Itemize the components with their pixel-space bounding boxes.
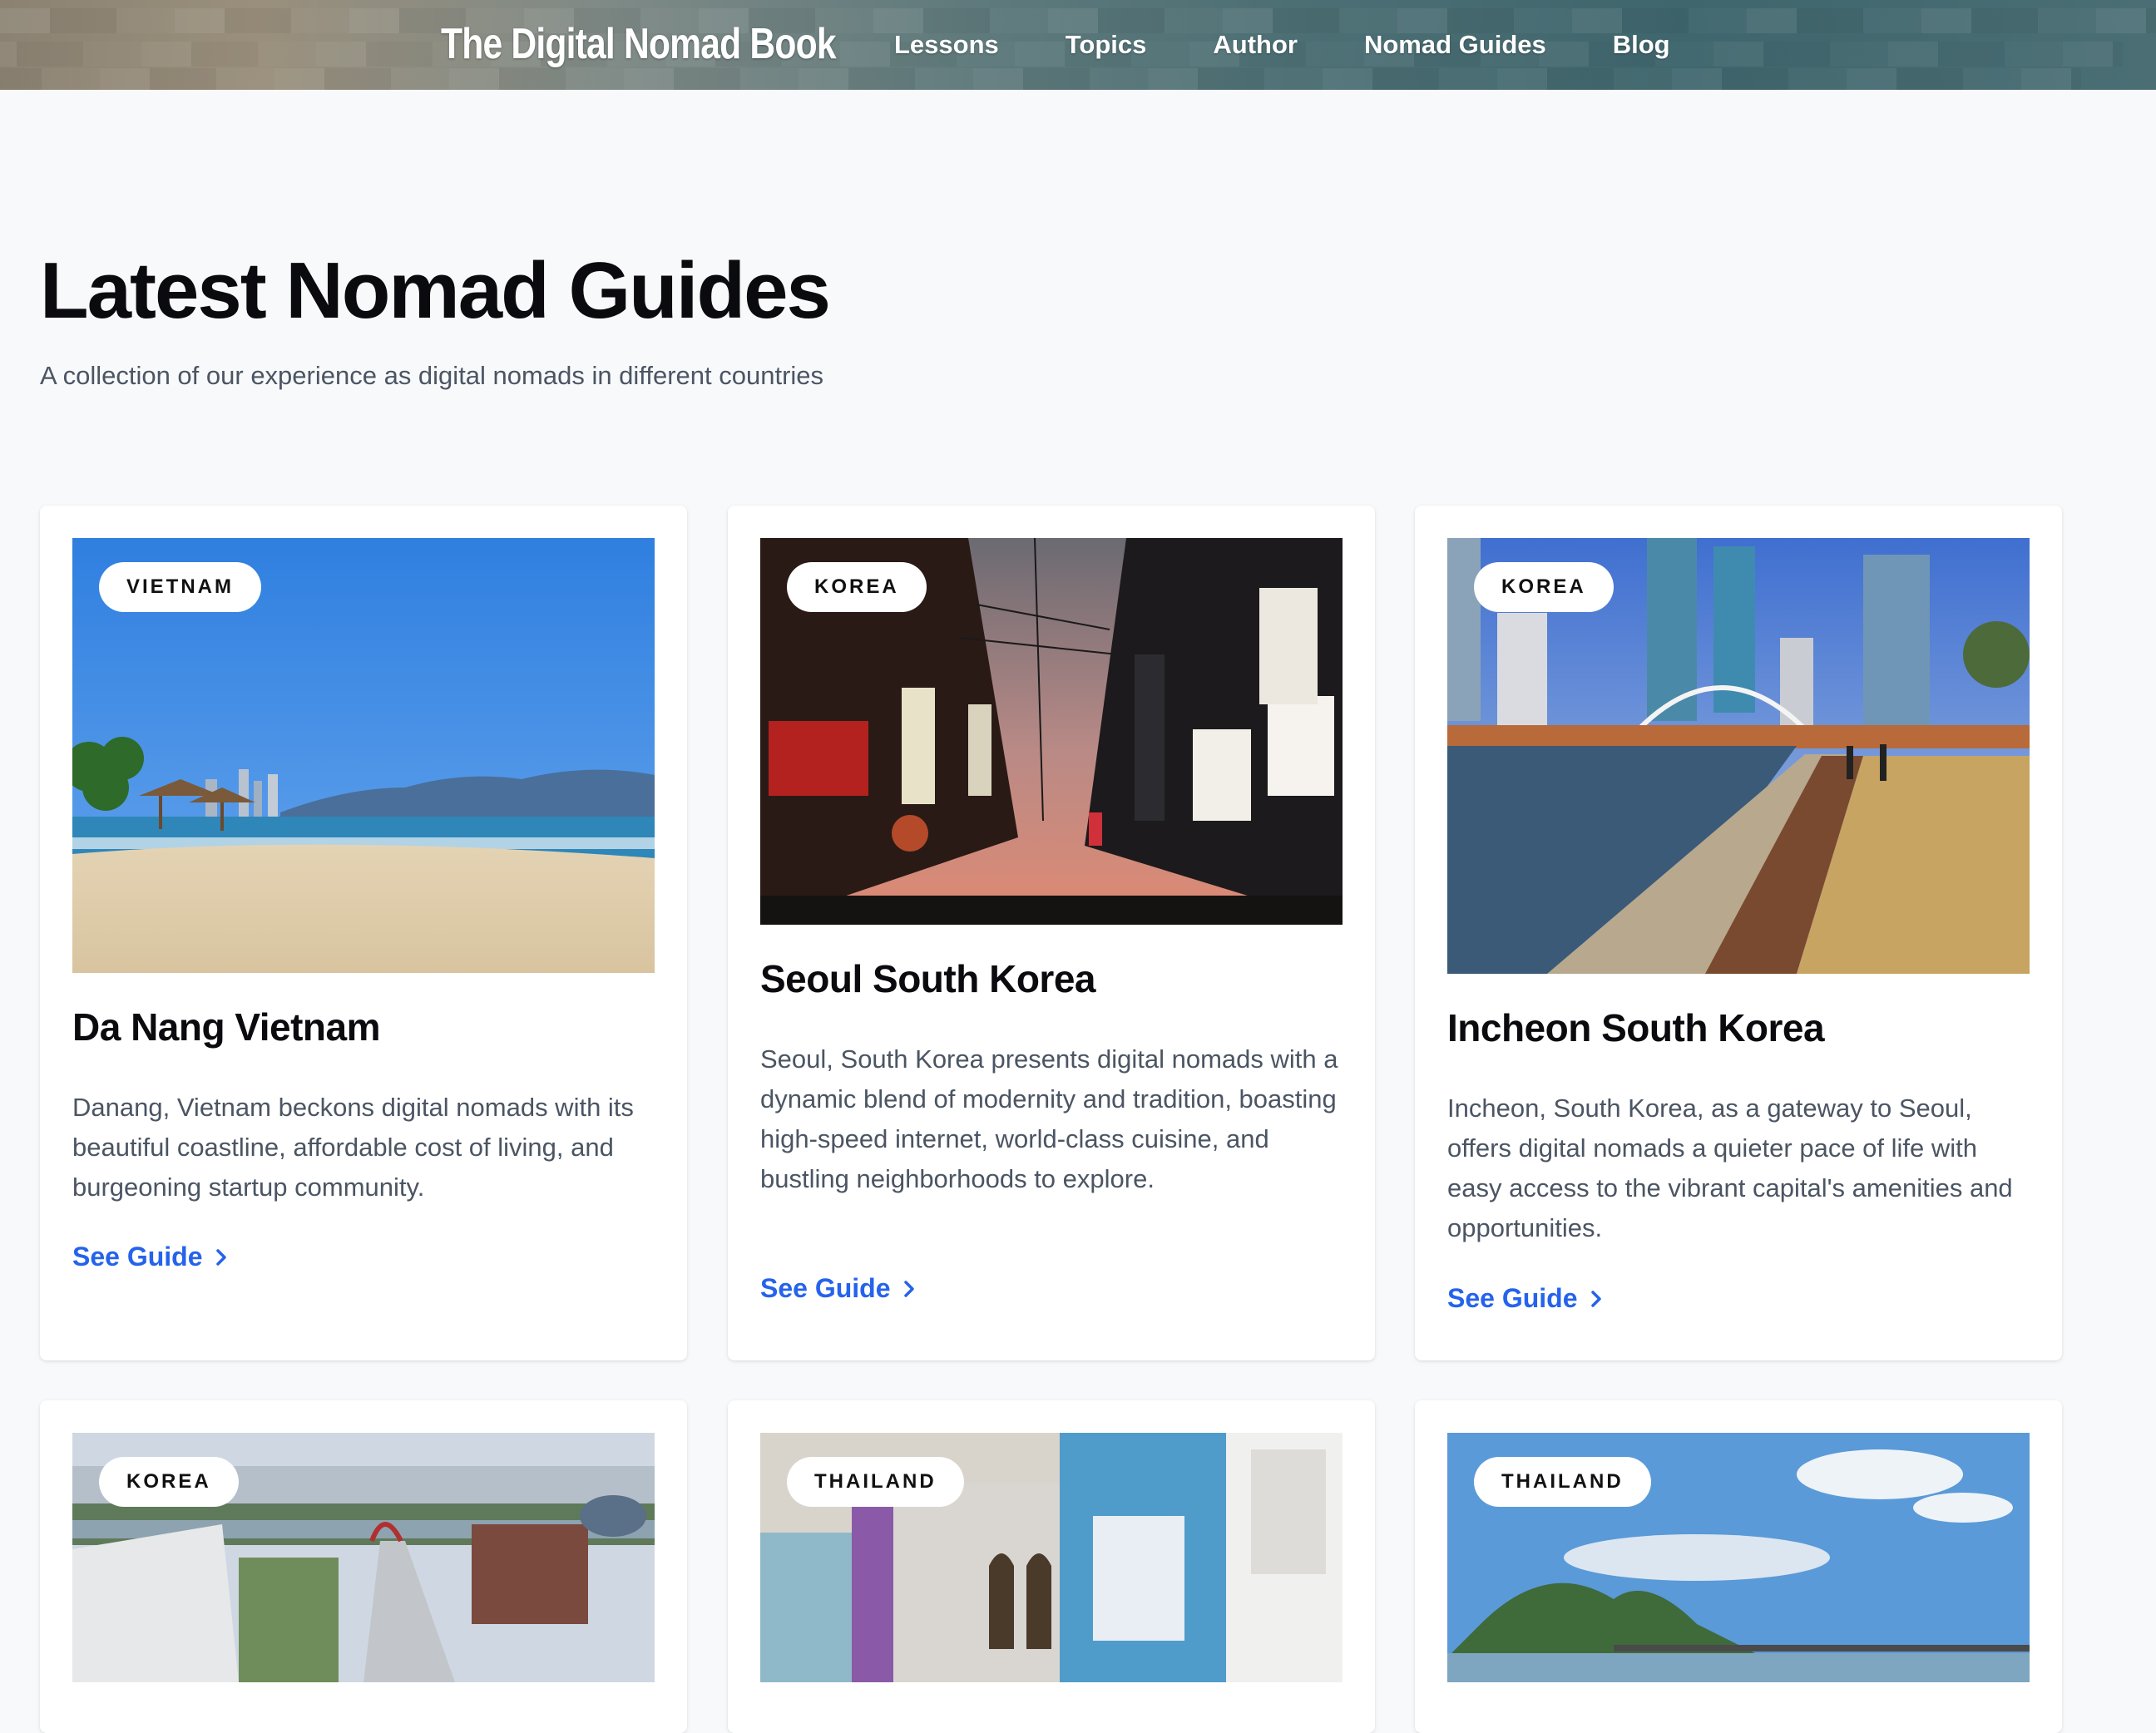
country-tag[interactable]: THAILAND [1474,1457,1651,1507]
guide-photo-beach[interactable]: VIETNAM [72,538,655,973]
nav-blog[interactable]: Blog [1613,30,1670,60]
guide-title[interactable]: Seoul South Korea [760,956,1095,1001]
see-guide-link[interactable]: See Guide [760,1273,917,1304]
guide-card-da-nang[interactable]: VIETNAM Da Nang Vietnam Danang, Vietnam … [40,506,687,1360]
country-tag[interactable]: KOREA [99,1457,239,1507]
guide-description: Danang, Vietnam beckons digital nomads w… [72,1093,634,1202]
guide-description: Incheon, South Korea, as a gateway to Se… [1447,1094,2013,1242]
guide-photo-thailand-shophouses[interactable]: THAILAND [760,1433,1343,1682]
see-guide-label: See Guide [760,1273,891,1303]
nav-lessons[interactable]: Lessons [894,30,999,60]
guide-card-seoul[interactable]: KOREA Seoul South Korea Seoul, South Kor… [728,506,1375,1360]
guide-photo-korea-campus[interactable]: KOREA [72,1433,655,1682]
guide-description: Seoul, South Korea presents digital noma… [760,1044,1338,1193]
page-subtitle: A collection of our experience as digita… [40,361,824,390]
chevron-right-icon [1590,1290,1601,1307]
site-logo[interactable]: The Digital Nomad Book [441,15,837,73]
guide-card-thailand-coast[interactable]: THAILAND [1415,1400,2062,1733]
site-header: The Digital Nomad Book Lessons Topics Au… [0,0,2156,90]
nav-nomad-guides[interactable]: Nomad Guides [1364,30,1546,60]
see-guide-link[interactable]: See Guide [72,1242,230,1272]
guide-photo-thailand-coast[interactable]: THAILAND [1447,1433,2030,1682]
main-nav: Lessons Topics Author Nomad Guides Blog [894,0,1670,90]
country-tag[interactable]: VIETNAM [99,562,261,612]
page-title: Latest Nomad Guides [40,246,831,335]
country-tag[interactable]: KOREA [1474,562,1614,612]
guide-card-incheon[interactable]: KOREA Incheon South Korea Incheon, South… [1415,506,2062,1360]
guide-card-thailand-shophouses[interactable]: THAILAND [728,1400,1375,1733]
guide-card-korea[interactable]: KOREA [40,1400,687,1733]
guide-photo-incheon-canal[interactable]: KOREA [1447,538,2030,974]
nav-author[interactable]: Author [1213,30,1298,60]
guide-title[interactable]: Da Nang Vietnam [72,1005,380,1049]
guide-photo-seoul-street[interactable]: KOREA [760,538,1343,925]
country-tag[interactable]: KOREA [787,562,927,612]
country-tag[interactable]: THAILAND [787,1457,964,1507]
see-guide-link[interactable]: See Guide [1447,1283,1605,1314]
chevron-right-icon [903,1280,914,1297]
see-guide-label: See Guide [72,1242,203,1271]
nav-topics[interactable]: Topics [1066,30,1147,60]
see-guide-label: See Guide [1447,1283,1578,1313]
chevron-right-icon [215,1248,226,1266]
guide-title[interactable]: Incheon South Korea [1447,1005,1825,1050]
